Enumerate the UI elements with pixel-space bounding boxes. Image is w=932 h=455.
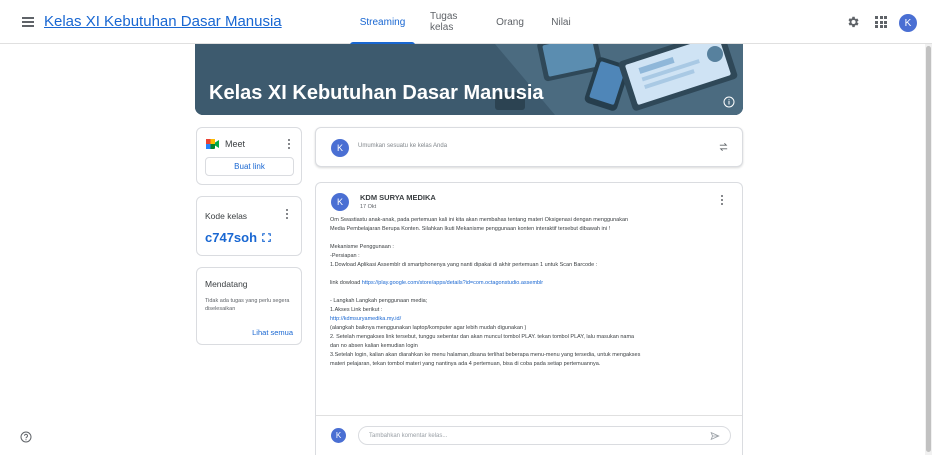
post-more-options-icon[interactable]: [720, 195, 724, 207]
post-text-line: Om Swastiastu anak-anak, pada pertemuan …: [330, 217, 629, 223]
announcement-post: K KDM SURYA MEDIKA 17 Okt Om Swastiastu …: [315, 182, 743, 455]
class-code-value: c747soh: [205, 230, 258, 245]
view-all-link[interactable]: Lihat semua: [252, 328, 293, 337]
gear-icon[interactable]: [846, 15, 860, 29]
repost-icon[interactable]: [718, 141, 729, 153]
upcoming-empty-text: Tidak ada tugas yang perlu segera disele…: [205, 298, 290, 312]
post-text-line: 3.Setelah login, kalian akan diarahkan k…: [330, 352, 641, 358]
google-meet-icon: [206, 139, 219, 149]
post-text-line: -Persiapan :: [330, 253, 360, 259]
tab-tugas-kelas[interactable]: Tugas kelas: [419, 0, 481, 44]
meet-more-options-icon[interactable]: [287, 139, 291, 151]
tab-streaming[interactable]: Streaming: [350, 0, 415, 45]
hamburger-menu-icon[interactable]: [22, 17, 34, 27]
post-text-line: 2. Setelah mengakses link tersebut, tung…: [330, 334, 635, 340]
meet-label: Meet: [225, 139, 246, 149]
create-meet-link-button[interactable]: Buat link: [205, 157, 294, 176]
post-text-line: dan no absen kalian kemudian login: [330, 343, 418, 349]
post-text-line: 1.Dowload Aplikasi Assemblr di smartphon…: [330, 262, 598, 268]
fullscreen-icon[interactable]: [262, 233, 271, 242]
post-text-line: - Langkah Langkah penggunaan media;: [330, 298, 428, 304]
class-code-card: Kode kelas c747soh: [196, 196, 302, 256]
class-banner: Kelas XI Kebutuhan Dasar Manusia: [195, 44, 743, 115]
play-store-link[interactable]: https://play.google.com/store/apps/detai…: [362, 280, 543, 286]
post-text-line: 1.Akses Link berikut :: [330, 307, 383, 313]
tab-nilai[interactable]: Nilai: [539, 0, 583, 44]
site-link[interactable]: http://kdmsuryamedika.my.id/: [330, 316, 401, 322]
post-text-line: (alangkah baiknya menggunakan laptop/kom…: [330, 325, 527, 331]
link-label: link dowload: [330, 280, 362, 286]
top-app-bar: Kelas XI Kebutuhan Dasar Manusia Streami…: [0, 0, 932, 45]
avatar: K: [331, 193, 349, 211]
avatar: K: [331, 428, 346, 443]
page-scrollbar[interactable]: [925, 44, 932, 455]
scrollbar-thumb[interactable]: [926, 46, 931, 452]
account-avatar[interactable]: K: [899, 14, 917, 32]
post-link-line: http://kdmsuryamedika.my.id/: [330, 315, 740, 324]
class-comment-input[interactable]: Tambahkan komentar kelas...: [358, 426, 731, 445]
announce-placeholder[interactable]: Umumkan sesuatu ke kelas Anda: [358, 143, 447, 149]
banner-title: Kelas XI Kebutuhan Dasar Manusia: [209, 82, 544, 104]
info-icon[interactable]: [723, 96, 735, 108]
class-tabs: Streaming Tugas kelas Orang Nilai: [350, 0, 583, 45]
post-body: Om Swastiastu anak-anak, pada pertemuan …: [330, 216, 740, 369]
post-text-line: Mekanisme Penggunaan :: [330, 244, 394, 250]
post-link-line: link dowload https://play.google.com/sto…: [330, 279, 740, 288]
comment-divider: [316, 415, 742, 416]
post-author: KDM SURYA MEDIKA: [360, 193, 436, 202]
send-icon[interactable]: [710, 431, 720, 441]
avatar: K: [331, 139, 349, 157]
post-date: 17 Okt: [360, 204, 377, 210]
tab-orang[interactable]: Orang: [483, 0, 537, 44]
post-text-line: materi pelajaran, tekan tombol materi ya…: [330, 361, 601, 367]
announce-box[interactable]: K Umumkan sesuatu ke kelas Anda: [315, 127, 743, 167]
post-text-line: Media Pembelajaran Berupa Konten. Silahk…: [330, 226, 611, 232]
upcoming-label: Mendatang: [205, 279, 248, 289]
meet-card: Meet Buat link: [196, 127, 302, 185]
help-icon[interactable]: [20, 431, 32, 443]
class-title-link[interactable]: Kelas XI Kebutuhan Dasar Manusia: [44, 13, 282, 30]
apps-grid-icon[interactable]: [875, 16, 887, 28]
class-code-label: Kode kelas: [205, 211, 248, 221]
upcoming-card: Mendatang Tidak ada tugas yang perlu seg…: [196, 267, 302, 345]
class-code-more-options-icon[interactable]: [285, 209, 289, 221]
